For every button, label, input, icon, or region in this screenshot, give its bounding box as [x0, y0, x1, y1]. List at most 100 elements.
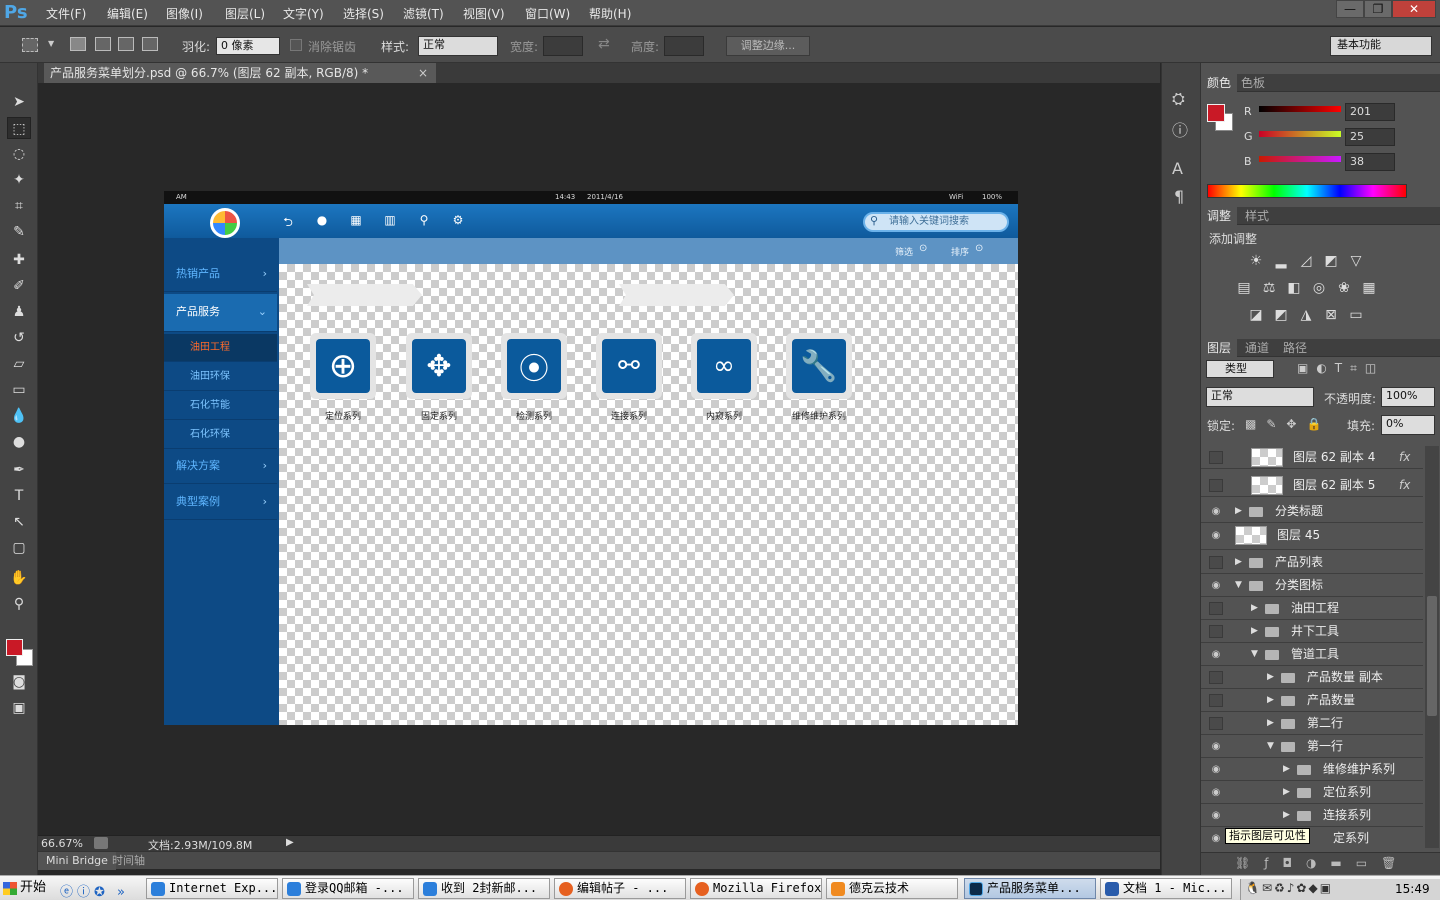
menu-view[interactable]: 视图(V) [463, 5, 505, 22]
tile-fixing[interactable]: ✥ [406, 333, 472, 399]
vibrance-icon[interactable]: ▽ [1347, 253, 1365, 269]
zoom-tool-icon[interactable]: ⚲ [7, 593, 31, 615]
lasso-tool-icon[interactable]: ◌ [7, 143, 31, 165]
menu-layer[interactable]: 图层(L) [225, 5, 265, 22]
tab-mini-bridge[interactable]: Mini Bridge [38, 852, 116, 870]
history-icon[interactable]: ⛭ [1172, 89, 1185, 109]
selective-color-icon[interactable]: ⊠ [1322, 307, 1340, 323]
red-slider[interactable] [1259, 106, 1341, 112]
quick-mask-icon[interactable]: ◙ [7, 671, 31, 693]
posterize-icon[interactable]: ◩ [1272, 307, 1290, 323]
tab-paths[interactable]: 路径 [1277, 339, 1313, 357]
blue-value[interactable]: 38 [1345, 153, 1395, 171]
subtract-selection-icon[interactable] [118, 37, 134, 51]
sidebar-item-cases[interactable]: 典型案例 › [164, 484, 277, 520]
sidebar-item-product-service[interactable]: 产品服务 ⌄ [164, 294, 277, 332]
task-ie[interactable]: Internet Exp... [146, 878, 278, 899]
add-selection-icon[interactable] [95, 37, 111, 51]
layers-scrollbar[interactable] [1425, 446, 1439, 848]
history-brush-icon[interactable]: ↺ [7, 327, 31, 349]
tab-timeline[interactable]: 时间轴 [112, 852, 145, 870]
tile-positioning[interactable]: ⊕ [310, 333, 376, 399]
quick-launch-icons[interactable]: ⓔⓘ✪ » [60, 881, 129, 900]
layer-group-row[interactable]: ◉ ▶ 定位系列 [1201, 781, 1423, 804]
hue-icon[interactable]: ▤ [1235, 280, 1253, 296]
layer-group-row[interactable]: ▶ 产品数量 [1201, 689, 1423, 712]
tile-maintenance[interactable]: 🔧 [786, 333, 852, 399]
eye-icon[interactable]: ◉ [1209, 832, 1223, 845]
height-input[interactable] [664, 36, 704, 56]
gradient-tool-icon[interactable]: ▭ [7, 379, 31, 401]
visibility-toggle[interactable] [1209, 451, 1223, 464]
layer-row[interactable]: 图层 62 副本 5 fx [1201, 474, 1423, 497]
tab-channels[interactable]: 通道 [1239, 339, 1275, 357]
blend-mode-select[interactable]: 正常 [1206, 387, 1314, 407]
restore-button[interactable]: ❐ [1364, 0, 1392, 18]
tab-styles[interactable]: 样式 [1239, 207, 1275, 225]
stamp-tool-icon[interactable]: ♟ [7, 301, 31, 323]
green-value[interactable]: 25 [1345, 128, 1395, 146]
pen-tool-icon[interactable]: ✒ [7, 459, 31, 481]
settings-icon[interactable]: ⚙ [450, 213, 466, 229]
visibility-toggle[interactable] [1209, 602, 1223, 615]
visibility-toggle[interactable] [1209, 479, 1223, 492]
zoom-level[interactable]: 66.67% [41, 837, 83, 850]
menu-type[interactable]: 文字(Y) [283, 5, 324, 22]
layer-group-row[interactable]: ◉ ▼ 第一行 [1201, 735, 1423, 758]
red-value[interactable]: 201 [1345, 103, 1395, 121]
eye-icon[interactable]: ◉ [1209, 505, 1223, 518]
task-deke-cloud[interactable]: 德克云技术 [826, 878, 958, 899]
sort-button[interactable]: 排序 [951, 245, 969, 258]
screen-mode-icon[interactable]: ▣ [7, 697, 31, 719]
menu-image[interactable]: 图像(I) [166, 5, 203, 22]
levels-icon[interactable]: ▂ [1272, 253, 1290, 269]
artwork-document[interactable]: AM 14:43 2011/4/16 WiFi 100% ⮌ ● ▦ ▥ ⚲ ⚙… [164, 191, 1018, 725]
status-menu-icon[interactable] [94, 837, 108, 849]
menu-window[interactable]: 窗口(W) [525, 5, 570, 22]
new-selection-icon[interactable] [70, 37, 86, 51]
eyedropper-icon[interactable]: ✎ [7, 221, 31, 243]
paragraph-icon[interactable]: ¶ [1174, 187, 1184, 206]
chevron-down-icon[interactable]: ▼ [48, 39, 54, 48]
close-window-button[interactable]: ✕ [1392, 0, 1436, 18]
visibility-toggle[interactable] [1209, 717, 1223, 730]
type-tool-icon[interactable]: T [7, 485, 31, 507]
start-button[interactable]: 开始 [2, 878, 50, 899]
character-icon[interactable]: A [1172, 159, 1183, 178]
tab-swatches[interactable]: 色板 [1235, 74, 1271, 92]
visibility-toggle[interactable] [1209, 556, 1223, 569]
eye-icon[interactable]: ◉ [1209, 529, 1223, 542]
brightness-icon[interactable]: ☀ [1247, 253, 1265, 269]
layer-group-row[interactable]: ◉ ▼ 分类图标 [1201, 574, 1423, 597]
dodge-tool-icon[interactable]: ● [7, 431, 31, 453]
blue-slider[interactable] [1259, 156, 1341, 162]
layer-filter-select[interactable]: 类型 [1206, 360, 1274, 378]
visibility-toggle[interactable] [1209, 625, 1223, 638]
sidebar-sub-oilfield-env[interactable]: 油田环保 [164, 363, 277, 391]
eye-icon[interactable]: ◉ [1209, 786, 1223, 799]
eye-icon[interactable]: ◉ [1209, 648, 1223, 661]
refine-edge-button[interactable]: 调整边缘... [726, 36, 810, 56]
sidebar-item-solutions[interactable]: 解决方案 › [164, 448, 277, 484]
info-icon[interactable]: ⓘ [1172, 117, 1188, 141]
photo-filter-icon[interactable]: ◎ [1310, 280, 1328, 296]
layer-row[interactable]: ◉ 图层 45 [1201, 524, 1423, 550]
scrollbar-thumb[interactable] [1427, 596, 1437, 716]
threshold-icon[interactable]: ◮ [1297, 307, 1315, 323]
eye-icon[interactable]: ◉ [1209, 740, 1223, 753]
close-tab-icon[interactable]: × [418, 63, 428, 83]
filter-button[interactable]: 筛选 [895, 245, 913, 258]
menu-select[interactable]: 选择(S) [343, 5, 384, 22]
exposure-icon[interactable]: ◩ [1322, 253, 1340, 269]
sidebar-sub-oilfield-engineering[interactable]: 油田工程 [164, 334, 277, 362]
sidebar-sub-petro-energy[interactable]: 石化节能 [164, 392, 277, 420]
chart-icon[interactable]: ▥ [382, 213, 398, 229]
tile-endoscope[interactable]: ∞ [691, 333, 757, 399]
task-firefox[interactable]: Mozilla Firefox [690, 878, 822, 899]
healing-brush-icon[interactable]: ✚ [7, 249, 31, 271]
visibility-toggle[interactable] [1209, 694, 1223, 707]
bw-icon[interactable]: ◧ [1285, 280, 1303, 296]
user-icon[interactable]: ● [314, 213, 330, 229]
curves-icon[interactable]: ◿ [1297, 253, 1315, 269]
eraser-tool-icon[interactable]: ▱ [7, 353, 31, 375]
